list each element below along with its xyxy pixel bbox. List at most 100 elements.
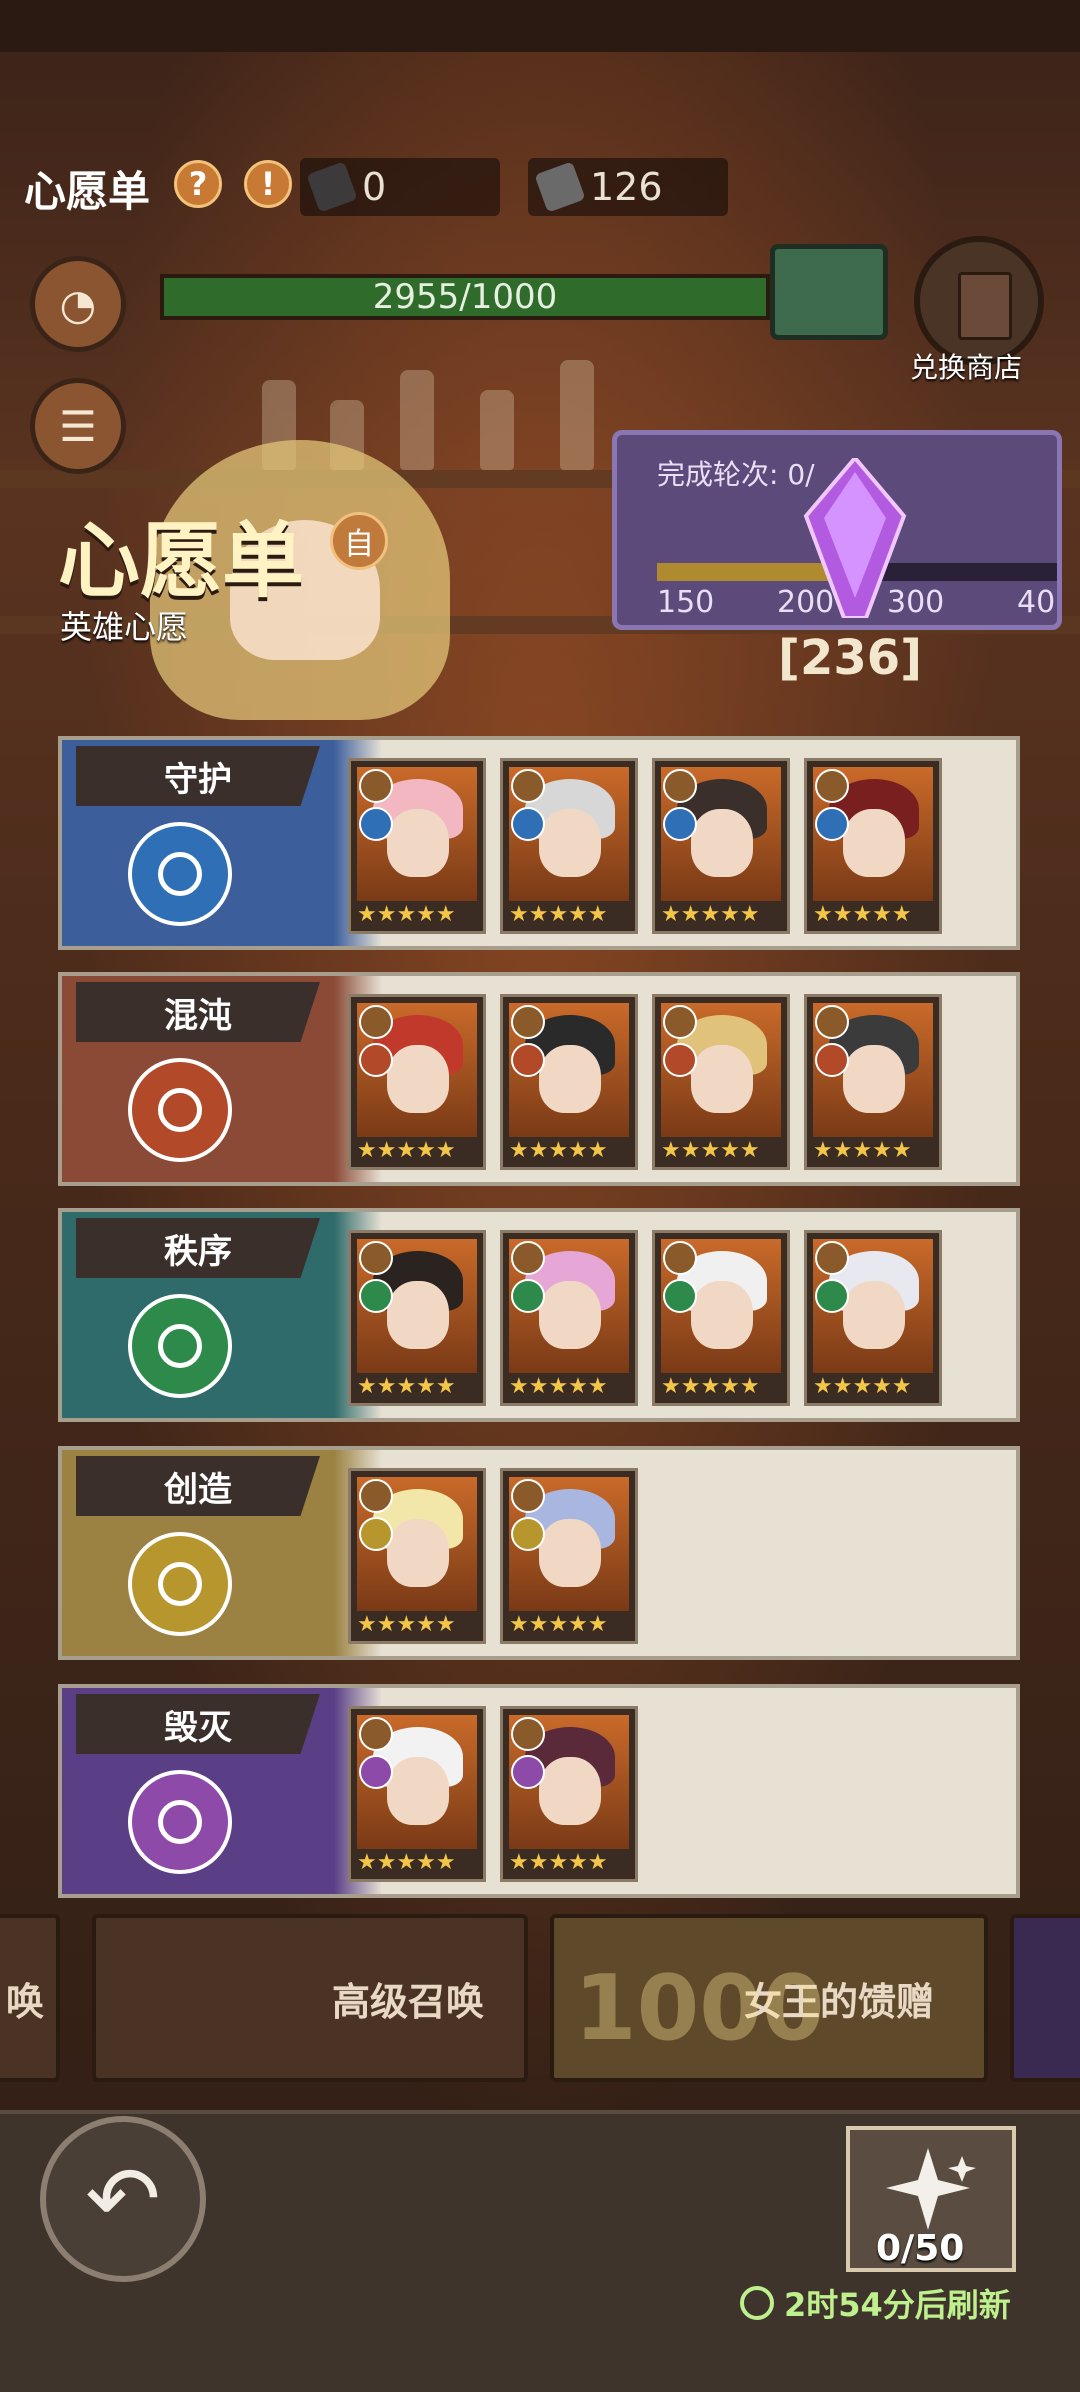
faction-panel: 守护 xyxy=(62,740,382,946)
refresh-text: 2时54分后刷新 xyxy=(784,2286,1011,2324)
hero-class-icon xyxy=(359,1479,393,1513)
hero-face xyxy=(539,1281,601,1349)
hero-class-icon xyxy=(359,1717,393,1751)
hero-face xyxy=(691,1281,753,1349)
hero-class-icon xyxy=(663,1241,697,1275)
hero-card[interactable]: ★★★★★ xyxy=(348,1706,486,1882)
hero-face xyxy=(387,1519,449,1587)
hero-card[interactable]: ★★★★★ xyxy=(500,1230,638,1406)
hero-faction-icon xyxy=(663,807,697,841)
hero-stars: ★★★★★ xyxy=(661,902,760,927)
faction-row: 创造 ★★★★★ ★★★★★ xyxy=(58,1446,1020,1660)
faction-emblem-icon xyxy=(128,1294,232,1398)
queen-gift-card[interactable]: 1000 女王的馈赠 xyxy=(550,1914,988,2082)
hero-faction-icon xyxy=(815,1043,849,1077)
hero-stars: ★★★★★ xyxy=(661,1138,760,1163)
hero-stars: ★★★★★ xyxy=(813,1138,912,1163)
wish-title: 心愿单 xyxy=(58,514,305,609)
round-mark: 150 xyxy=(657,585,715,620)
faction-panel: 秩序 xyxy=(62,1212,382,1418)
hero-faction-icon xyxy=(663,1043,697,1077)
hero-faction-icon xyxy=(511,1517,545,1551)
summon-card-left[interactable]: 唤 xyxy=(0,1914,60,2082)
summon-card-right[interactable] xyxy=(1010,1914,1080,2082)
hero-face xyxy=(387,1281,449,1349)
hero-card[interactable]: ★★★★★ xyxy=(804,1230,942,1406)
hero-face xyxy=(691,809,753,877)
faction-name: 创造 xyxy=(76,1456,320,1516)
hero-face xyxy=(387,809,449,877)
advanced-summon-card[interactable]: 高级召唤 xyxy=(92,1914,528,2082)
progress-bar: 2955/1000 xyxy=(160,274,770,320)
hero-card[interactable]: ★★★★★ xyxy=(652,1230,790,1406)
alert-button[interactable]: ! xyxy=(244,160,292,208)
hero-face xyxy=(843,1281,905,1349)
hero-face xyxy=(539,1045,601,1113)
hero-card[interactable]: ★★★★★ xyxy=(348,1230,486,1406)
faction-panel: 混沌 xyxy=(62,976,382,1182)
wish-info-button[interactable]: 自 xyxy=(330,512,388,570)
hero-stars: ★★★★★ xyxy=(509,1612,608,1637)
hero-class-icon xyxy=(663,1005,697,1039)
hero-class-icon xyxy=(511,1717,545,1751)
back-button[interactable]: ↶ xyxy=(40,2116,206,2282)
crystal-icon[interactable] xyxy=(800,458,910,618)
resource-2-value: 126 xyxy=(590,165,663,209)
advanced-summon-label: 高级召唤 xyxy=(331,1979,484,2024)
hero-card[interactable]: ★★★★★ xyxy=(348,758,486,934)
hero-stars: ★★★★★ xyxy=(509,1374,608,1399)
hero-class-icon xyxy=(815,1241,849,1275)
hero-card[interactable]: ★★★★★ xyxy=(804,758,942,934)
hero-faction-icon xyxy=(359,807,393,841)
wish-count: 0/50 xyxy=(876,2228,965,2269)
list-button[interactable]: ☰ xyxy=(30,378,126,474)
faction-emblem-icon xyxy=(128,1770,232,1874)
hero-stars: ★★★★★ xyxy=(357,1612,456,1637)
faction-panel: 创造 xyxy=(62,1450,382,1656)
hero-faction-icon xyxy=(511,1279,545,1313)
clock-button[interactable]: ◔ xyxy=(30,256,126,352)
hero-card[interactable]: ★★★★★ xyxy=(500,1468,638,1644)
wish-subtitle: 英雄心愿 xyxy=(60,608,189,646)
hero-face xyxy=(539,1757,601,1825)
hero-card[interactable]: ★★★★★ xyxy=(500,1706,638,1882)
hero-card[interactable]: ★★★★★ xyxy=(348,1468,486,1644)
page-title: 心愿单 xyxy=(24,167,151,216)
resource-counter-2: 126 xyxy=(528,158,728,216)
hero-face xyxy=(387,1757,449,1825)
hero-stars: ★★★★★ xyxy=(509,1850,608,1875)
hero-face xyxy=(691,1045,753,1113)
hero-card[interactable]: ★★★★★ xyxy=(348,994,486,1170)
faction-name: 守护 xyxy=(76,746,320,806)
hero-faction-icon xyxy=(511,1043,545,1077)
faction-row: 混沌 ★★★★★ ★★★★★ ★★★★★ ★★★★★ xyxy=(58,972,1020,1186)
hero-class-icon xyxy=(815,769,849,803)
list-icon: ☰ xyxy=(59,401,97,451)
back-arrow-icon: ↶ xyxy=(85,2146,161,2252)
hero-faction-icon xyxy=(815,807,849,841)
faction-name: 混沌 xyxy=(76,982,320,1042)
hero-card[interactable]: ★★★★★ xyxy=(500,758,638,934)
faction-emblem-icon xyxy=(128,1532,232,1636)
faction-row: 毁灭 ★★★★★ ★★★★★ xyxy=(58,1684,1020,1898)
hero-face xyxy=(843,809,905,877)
hero-card[interactable]: ★★★★★ xyxy=(804,994,942,1170)
hero-stars: ★★★★★ xyxy=(509,1138,608,1163)
hero-class-icon xyxy=(359,1241,393,1275)
hero-stars: ★★★★★ xyxy=(509,902,608,927)
hero-class-icon xyxy=(663,769,697,803)
resource-1-value: 0 xyxy=(362,165,387,209)
hero-faction-icon xyxy=(359,1279,393,1313)
faction-name: 毁灭 xyxy=(76,1694,320,1754)
hero-card[interactable]: ★★★★★ xyxy=(652,994,790,1170)
hero-stars: ★★★★★ xyxy=(661,1374,760,1399)
help-button[interactable]: ? xyxy=(174,160,222,208)
hero-card[interactable]: ★★★★★ xyxy=(652,758,790,934)
hero-class-icon xyxy=(359,769,393,803)
top-status-band xyxy=(0,0,1080,52)
faction-row: 守护 ★★★★★ ★★★★★ ★★★★★ ★★★★★ xyxy=(58,736,1020,950)
exchange-shop-label: 兑换商店 xyxy=(910,351,1023,384)
hero-card[interactable]: ★★★★★ xyxy=(500,994,638,1170)
hero-faction-icon xyxy=(359,1043,393,1077)
chest-icon[interactable] xyxy=(770,244,888,340)
